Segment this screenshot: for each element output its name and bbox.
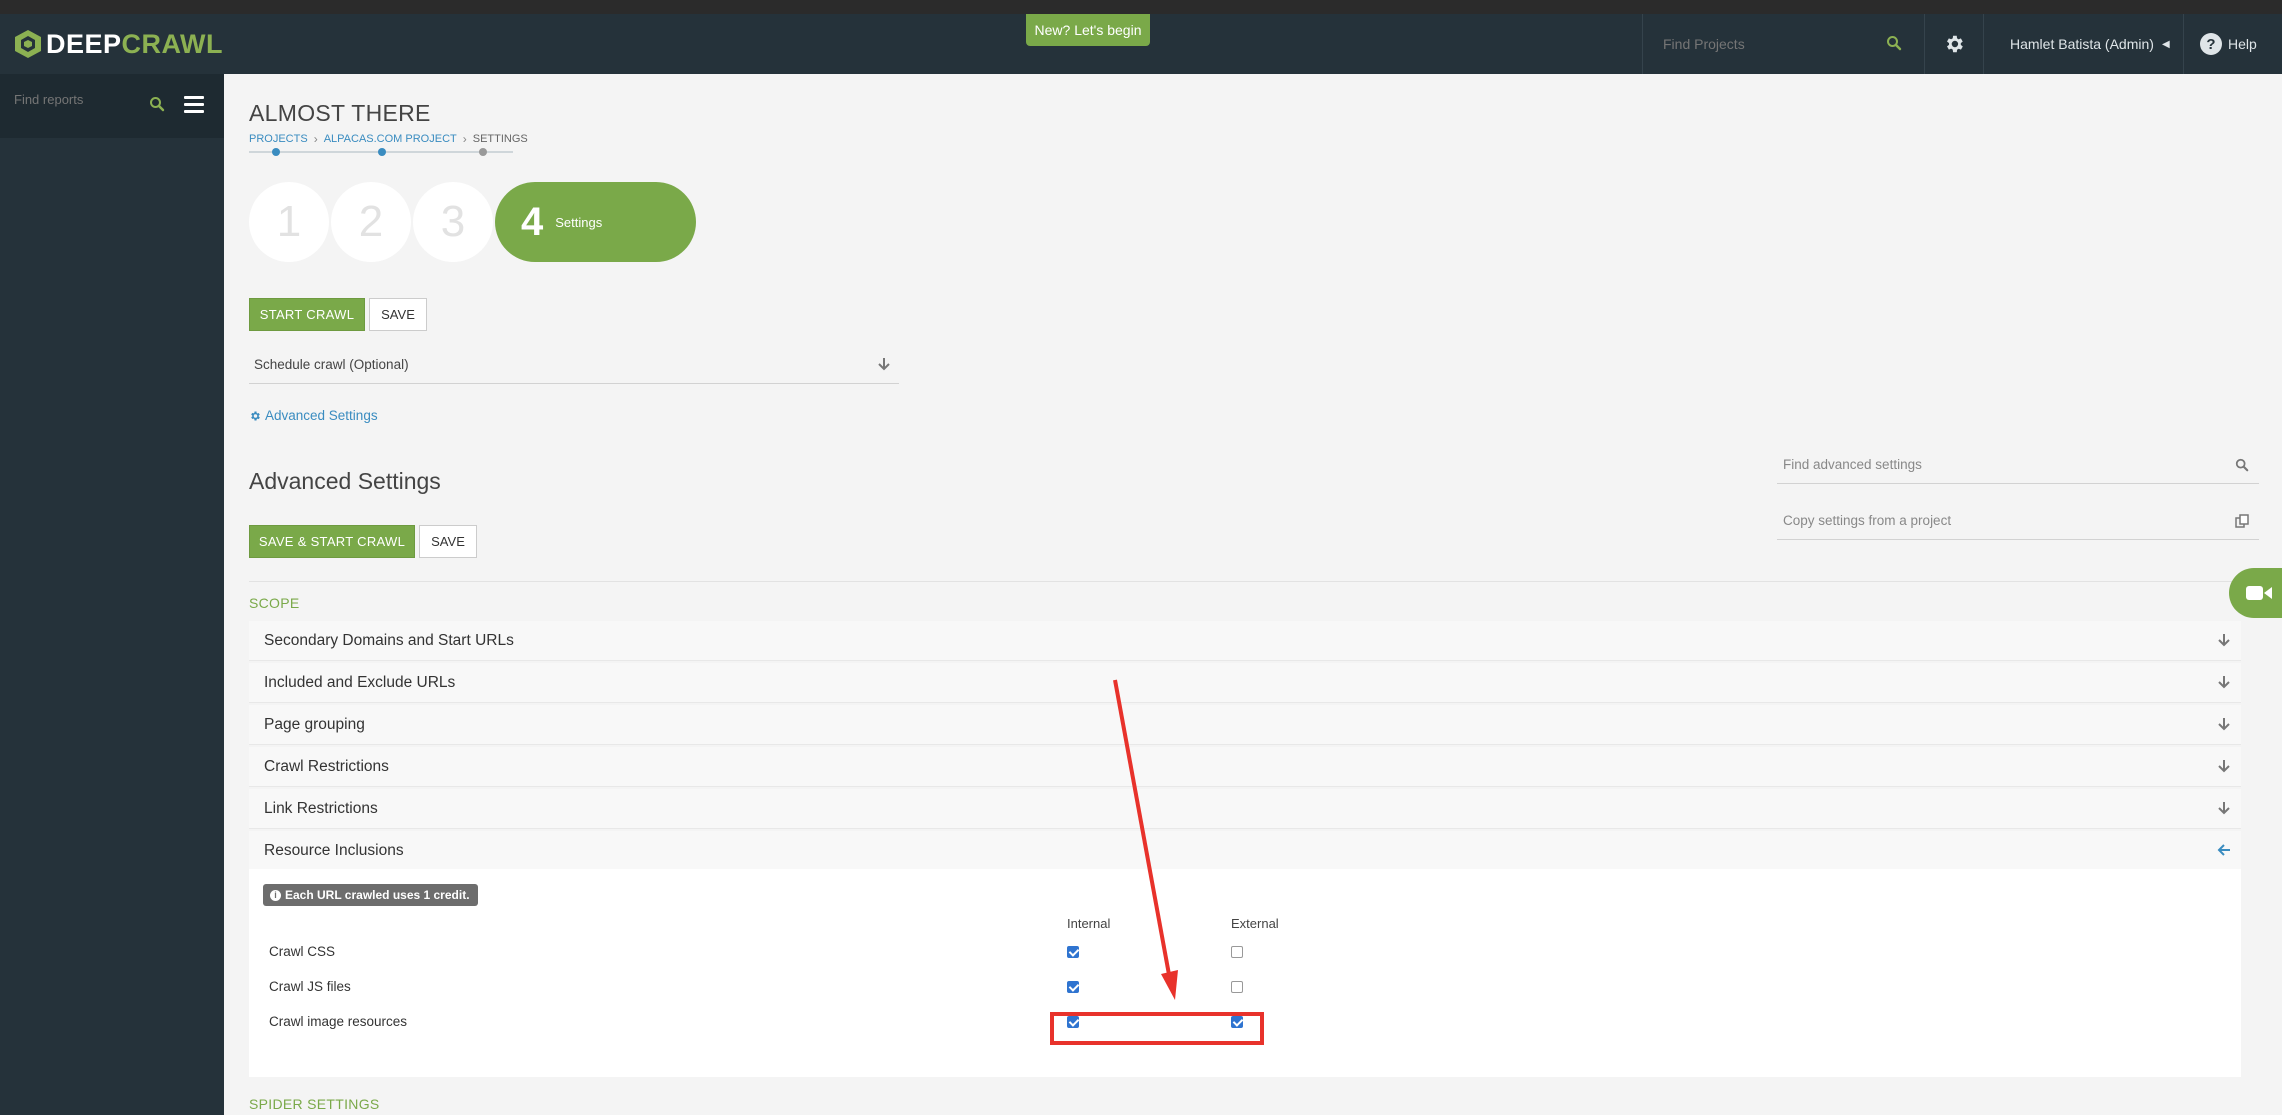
column-internal: Internal xyxy=(1067,916,1111,931)
crawl-js-internal-checkbox[interactable] xyxy=(1067,981,1079,993)
help-link[interactable]: ? Help xyxy=(2200,14,2257,74)
accordion-label: Page grouping xyxy=(264,715,365,733)
breadcrumb: PROJECTS › ALPACAS.COM PROJECT › SETTING… xyxy=(249,132,528,146)
search-icon[interactable] xyxy=(1886,35,1902,51)
breadcrumb-dot xyxy=(272,148,280,156)
help-icon: ? xyxy=(2200,33,2222,55)
accordion-secondary-domains[interactable]: Secondary Domains and Start URLs xyxy=(249,621,2241,661)
accordion-label: Resource Inclusions xyxy=(264,841,404,859)
divider xyxy=(249,581,2259,582)
step-label: Settings xyxy=(555,214,603,230)
scope-heading: SCOPE xyxy=(249,595,300,611)
accordion-label: Crawl Restrictions xyxy=(264,757,389,775)
step-1[interactable]: 1 xyxy=(249,182,329,262)
report-search xyxy=(0,74,224,138)
breadcrumb-dot xyxy=(479,148,487,156)
resource-inclusions-panel: i Each URL crawled uses 1 credit. Intern… xyxy=(249,869,2241,1077)
cog-icon xyxy=(251,411,260,420)
arrow-down-icon xyxy=(2218,634,2230,647)
logo-crawl-text: CRAWL xyxy=(121,28,224,59)
arrow-down-icon xyxy=(2218,760,2230,773)
annotation-highlight-box xyxy=(1050,1012,1264,1045)
logo-hex-icon xyxy=(15,30,41,58)
breadcrumb-dot xyxy=(378,148,386,156)
step-2[interactable]: 2 xyxy=(331,182,411,262)
find-advanced-settings-field[interactable]: Find advanced settings xyxy=(1777,446,2259,484)
credit-note: Each URL crawled uses 1 credit. xyxy=(285,888,470,902)
crawl-css-internal-checkbox[interactable] xyxy=(1067,946,1079,958)
arrow-down-icon xyxy=(878,358,890,371)
breadcrumb-settings: SETTINGS xyxy=(472,133,528,145)
crawl-css-external-checkbox[interactable] xyxy=(1231,946,1243,958)
column-external: External xyxy=(1231,916,1279,931)
video-help-tab[interactable] xyxy=(2229,568,2282,618)
video-camera-icon xyxy=(2246,586,2272,600)
settings-button[interactable] xyxy=(1924,14,1984,74)
arrow-left-icon xyxy=(2217,844,2230,856)
accordion-included-excluded-urls[interactable]: Included and Exclude URLs xyxy=(249,663,2241,703)
advanced-settings-link-label: Advanced Settings xyxy=(265,408,378,423)
step-number: 4 xyxy=(521,199,544,244)
arrow-down-icon xyxy=(2218,718,2230,731)
copy-icon xyxy=(2235,514,2249,528)
spider-settings-heading: SPIDER SETTINGS xyxy=(249,1096,380,1112)
chevron-right-icon: › xyxy=(462,132,467,146)
accordion-link-restrictions[interactable]: Link Restrictions xyxy=(249,789,2241,829)
row-label-crawl-js: Crawl JS files xyxy=(269,979,351,994)
save-button-2[interactable]: SAVE xyxy=(419,525,477,558)
page-title: ALMOST THERE xyxy=(249,100,431,126)
new-lets-begin-button[interactable]: New? Let's begin xyxy=(1026,14,1150,46)
step-4-active[interactable]: 4 Settings xyxy=(495,182,696,262)
accordion-crawl-restrictions[interactable]: Crawl Restrictions xyxy=(249,747,2241,787)
credit-info-badge: i Each URL crawled uses 1 credit. xyxy=(263,884,478,906)
find-advanced-settings-placeholder: Find advanced settings xyxy=(1783,457,1922,472)
report-search-input[interactable] xyxy=(14,92,144,107)
os-menu-strip xyxy=(0,0,2282,14)
caret-left-icon: ◀ xyxy=(2161,38,2170,50)
accordion-label: Secondary Domains and Start URLs xyxy=(264,631,514,649)
info-icon: i xyxy=(270,889,281,901)
copy-settings-placeholder: Copy settings from a project xyxy=(1783,513,1952,528)
accordion-page-grouping[interactable]: Page grouping xyxy=(249,705,2241,745)
accordion-resource-inclusions[interactable]: Resource Inclusions xyxy=(249,831,2241,871)
gear-icon xyxy=(1947,35,1963,53)
help-label: Help xyxy=(2228,36,2257,52)
logo-deep-text: DEEP xyxy=(46,28,122,59)
sidebar xyxy=(0,74,224,1115)
breadcrumb-projects[interactable]: PROJECTS xyxy=(249,133,308,145)
user-menu[interactable]: Hamlet Batista (Admin) ◀ xyxy=(1984,14,2184,74)
top-navbar: DEEPCRAWL New? Let's begin Hamlet Batist… xyxy=(0,14,2282,74)
row-label-crawl-css: Crawl CSS xyxy=(269,944,336,959)
advanced-settings-title: Advanced Settings xyxy=(249,468,441,494)
breadcrumb-project[interactable]: ALPACAS.COM PROJECT xyxy=(324,133,457,145)
advanced-settings-link[interactable]: Advanced Settings xyxy=(249,408,378,423)
project-search-input[interactable] xyxy=(1663,36,1883,52)
accordion-label: Link Restrictions xyxy=(264,799,378,817)
step-3[interactable]: 3 xyxy=(413,182,493,262)
chevron-right-icon: › xyxy=(313,132,318,146)
schedule-crawl-label: Schedule crawl (Optional) xyxy=(254,357,409,372)
save-button[interactable]: SAVE xyxy=(369,298,427,331)
save-and-start-crawl-button[interactable]: SAVE & START CRAWL xyxy=(249,525,415,558)
row-label-crawl-images: Crawl image resources xyxy=(269,1014,408,1029)
search-icon[interactable] xyxy=(149,96,165,112)
copy-settings-field[interactable]: Copy settings from a project xyxy=(1777,502,2259,540)
deepcrawl-logo[interactable]: DEEPCRAWL xyxy=(14,24,223,64)
accordion-label: Included and Exclude URLs xyxy=(264,673,456,691)
arrow-down-icon xyxy=(2218,676,2230,689)
search-icon xyxy=(2235,458,2249,472)
user-name: Hamlet Batista (Admin) xyxy=(2010,36,2154,52)
start-crawl-button[interactable]: START CRAWL xyxy=(249,298,365,331)
arrow-down-icon xyxy=(2218,802,2230,815)
schedule-crawl-dropdown[interactable]: Schedule crawl (Optional) xyxy=(249,346,899,384)
project-search xyxy=(1642,14,1924,74)
crawl-js-external-checkbox[interactable] xyxy=(1231,981,1243,993)
hamburger-menu-icon[interactable] xyxy=(184,96,204,114)
